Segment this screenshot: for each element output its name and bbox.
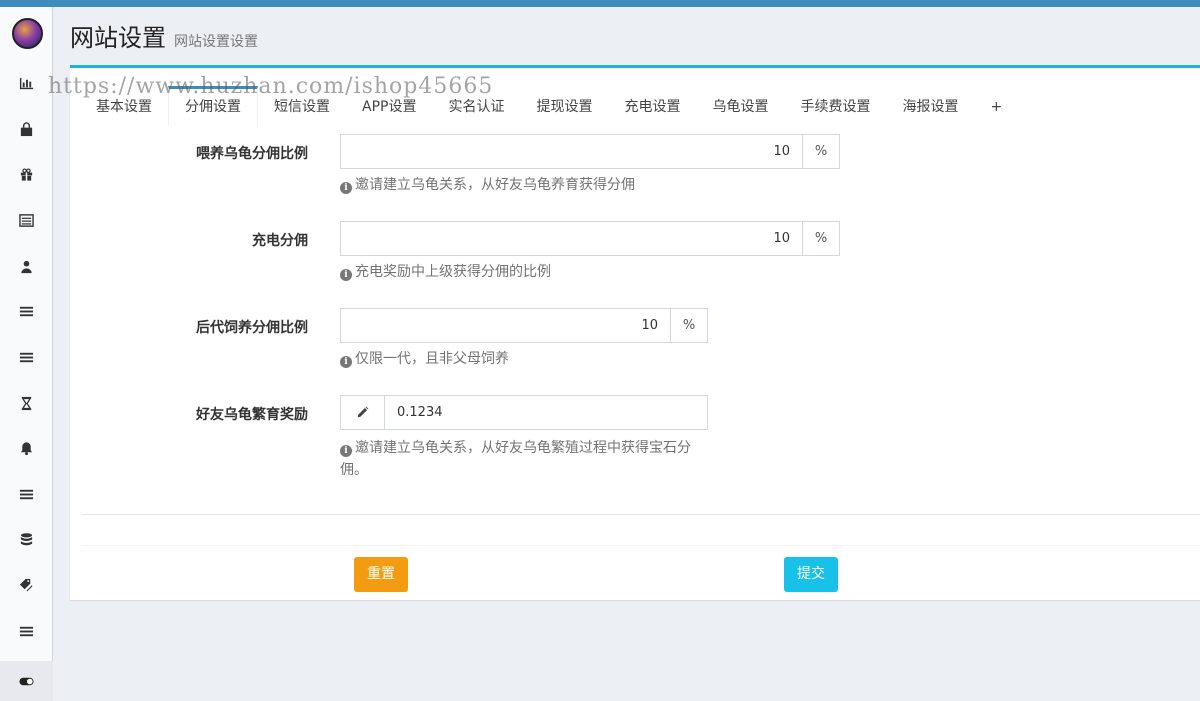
percent-addon: % (670, 309, 707, 342)
feed-turtle-help-text: 邀请建立乌龟关系，从好友乌龟养育获得分佣 (355, 177, 635, 193)
breeding-input-group (340, 395, 708, 430)
page-title: 网站设置 (70, 24, 166, 52)
submit-button[interactable]: 提交 (784, 557, 838, 592)
database-icon[interactable] (0, 524, 53, 554)
tab-real-name[interactable]: 实名认证 (432, 86, 520, 126)
breeding-input[interactable] (385, 396, 707, 429)
info-circle-icon: i (340, 182, 352, 194)
chart-icon[interactable] (0, 68, 53, 98)
bell-icon[interactable] (0, 433, 53, 463)
shopping-bag-icon[interactable] (0, 114, 53, 144)
info-circle-icon: i (340, 269, 352, 281)
pencil-addon (341, 396, 385, 429)
tab-sms[interactable]: 短信设置 (258, 86, 346, 126)
list-alt-icon[interactable] (0, 205, 53, 235)
charge-input[interactable] (341, 222, 802, 255)
charge-help-text: 充电奖励中上级获得分佣的比例 (355, 264, 551, 280)
tab-turtle[interactable]: 乌龟设置 (696, 86, 784, 126)
feed-turtle-label: 喂养乌龟分佣比例 (196, 146, 308, 162)
pencil-icon (357, 406, 369, 418)
offspring-help: i 仅限一代，且非父母饲养 (340, 348, 509, 370)
bars-icon[interactable] (0, 342, 53, 372)
charge-help: i 充电奖励中上级获得分佣的比例 (340, 261, 551, 283)
charge-label: 充电分佣 (252, 233, 308, 249)
form-divider (82, 514, 1200, 515)
tab-commission[interactable]: 分佣设置 (168, 86, 258, 126)
charge-input-group: % (340, 221, 840, 256)
tab-fee[interactable]: 手续费设置 (784, 86, 886, 126)
settings-tabs: 基本设置 分佣设置 短信设置 APP设置 实名认证 提现设置 充电设置 乌龟设置… (80, 86, 1018, 126)
page-subtitle: 网站设置设置 (174, 34, 258, 50)
user-icon[interactable] (0, 251, 53, 281)
bars-icon[interactable] (0, 296, 53, 326)
toggle-icon[interactable] (0, 661, 53, 701)
breeding-help: i 邀请建立乌龟关系，从好友乌龟繁殖过程中获得宝石分佣。 (340, 437, 710, 481)
top-bar (0, 0, 1200, 7)
feed-turtle-input[interactable] (341, 135, 802, 168)
gift-icon[interactable] (0, 159, 53, 189)
bars-icon[interactable] (0, 479, 53, 509)
offspring-input-group: % (340, 308, 708, 343)
content-header: 网站设置 网站设置设置 (70, 18, 258, 53)
breeding-help-text: 邀请建立乌龟关系，从好友乌龟繁殖过程中获得宝石分佣。 (340, 440, 691, 478)
tab-basic[interactable]: 基本设置 (80, 86, 168, 126)
info-circle-icon: i (340, 356, 352, 368)
tab-app[interactable]: APP设置 (346, 86, 432, 126)
breeding-label: 好友乌龟繁育奖励 (196, 407, 308, 423)
tab-add[interactable]: + (974, 86, 1018, 126)
reset-button[interactable]: 重置 (354, 557, 408, 592)
tags-icon[interactable] (0, 570, 53, 600)
hourglass-icon[interactable] (0, 388, 53, 418)
feed-turtle-help: i 邀请建立乌龟关系，从好友乌龟养育获得分佣 (340, 174, 635, 196)
tab-withdraw[interactable]: 提现设置 (520, 86, 608, 126)
bars-icon[interactable] (0, 616, 53, 646)
tab-poster[interactable]: 海报设置 (886, 86, 974, 126)
tab-charging[interactable]: 充电设置 (608, 86, 696, 126)
percent-addon: % (802, 222, 839, 255)
footer-divider (82, 545, 1200, 546)
info-circle-icon: i (340, 445, 352, 457)
offspring-label: 后代饲养分佣比例 (196, 320, 308, 336)
offspring-help-text: 仅限一代，且非父母饲养 (355, 351, 509, 367)
offspring-input[interactable] (341, 309, 670, 342)
avatar[interactable] (12, 18, 43, 49)
percent-addon: % (802, 135, 839, 168)
feed-turtle-input-group: % (340, 134, 840, 169)
sidebar (0, 7, 53, 701)
